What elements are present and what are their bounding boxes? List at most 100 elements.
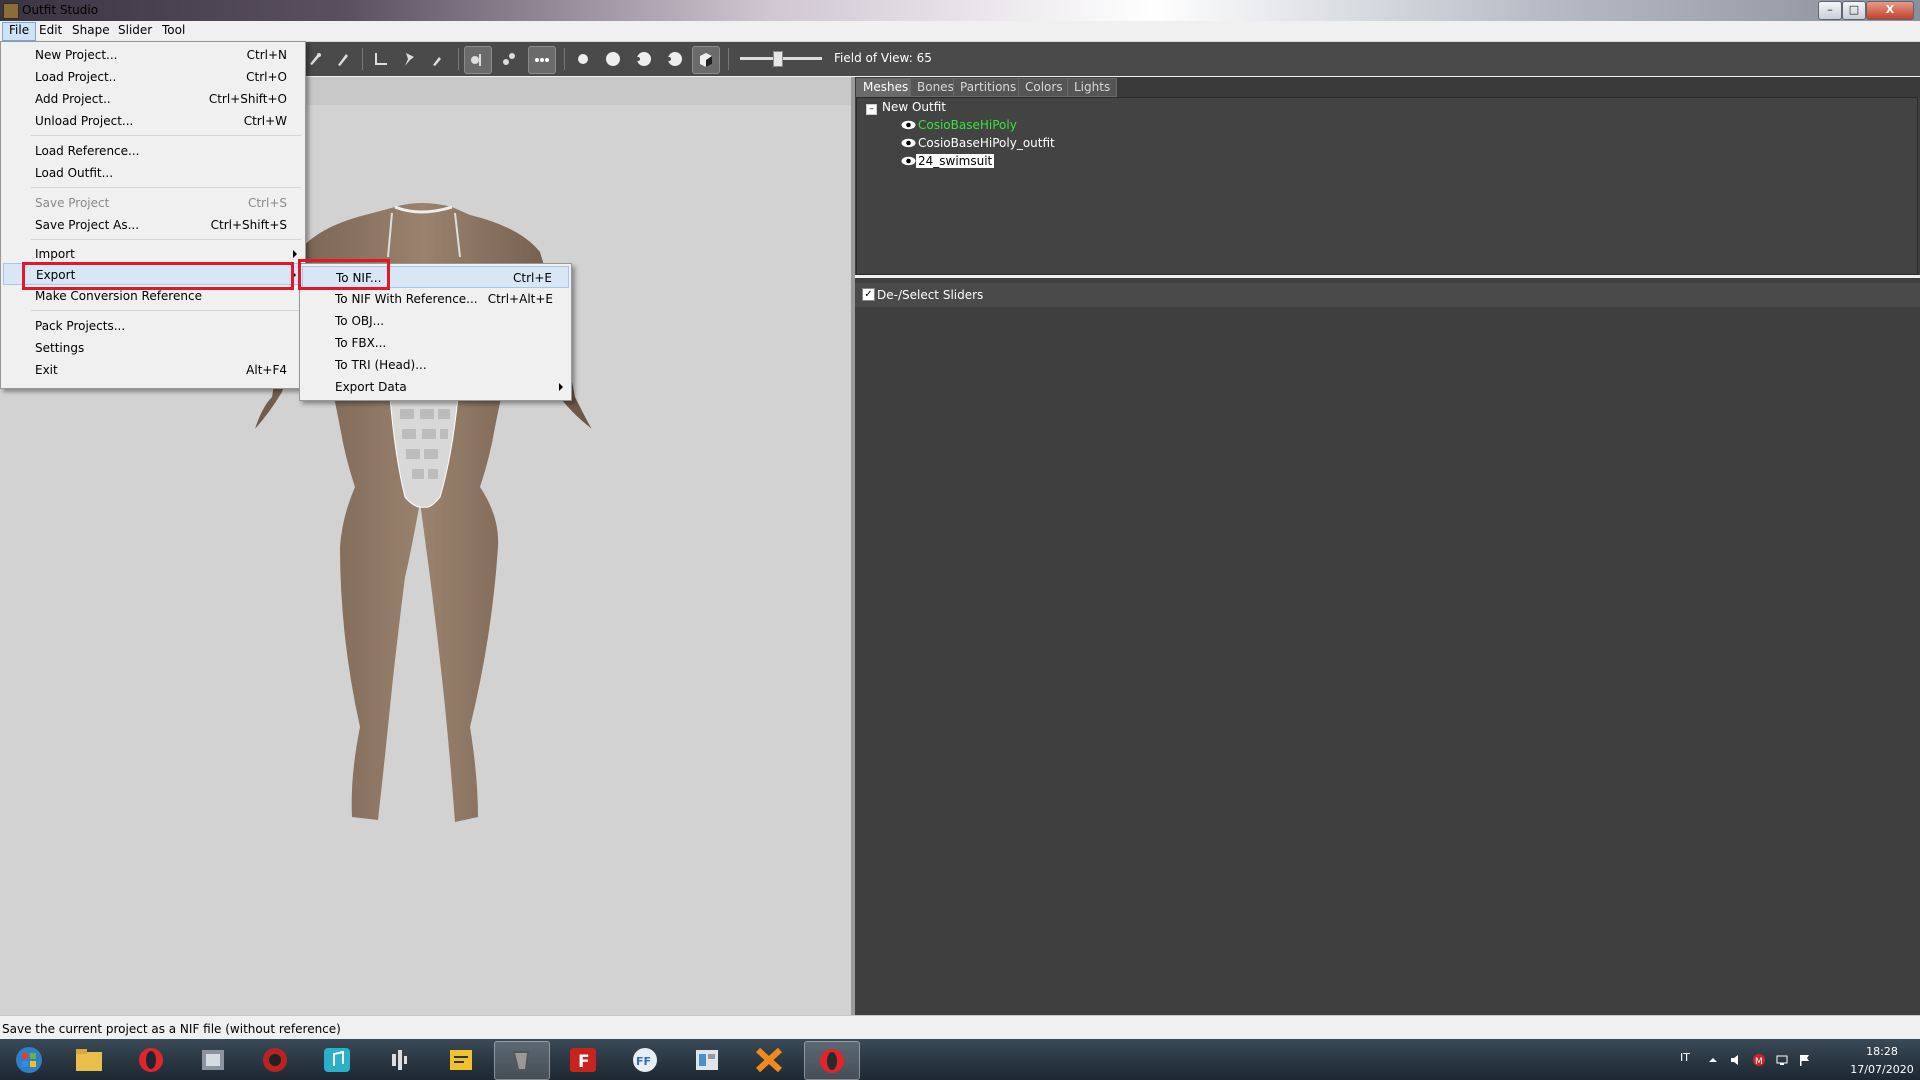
pivot-tool-button[interactable] [396, 46, 422, 72]
menu-separator [31, 135, 301, 136]
taskbar-app[interactable] [248, 1041, 302, 1078]
tree-root-outfit[interactable]: New Outfit [882, 100, 946, 114]
smooth-tool-button[interactable] [330, 46, 356, 72]
menu-separator [31, 239, 301, 240]
tab-colors[interactable]: Colors [1018, 78, 1070, 97]
brush-strength-button[interactable] [662, 46, 688, 72]
brush-size-medium-button[interactable] [600, 46, 626, 72]
file-menu: New Project... Ctrl+N Load Project.. Ctrl+… [0, 41, 306, 389]
svg-text:FF: FF [636, 1055, 651, 1068]
menu-export-to-obj[interactable]: To OBJ... [302, 310, 569, 332]
fov-slider-thumb[interactable] [773, 51, 783, 67]
mesh-tree: – New Outfit CosioBaseHiPoly CosioBaseHi… [856, 97, 1918, 275]
circle-dot-icon [636, 52, 651, 66]
connected-only-button[interactable] [496, 46, 522, 72]
mesh-item[interactable]: CosioBaseHiPoly [918, 118, 1017, 132]
panel-splitter[interactable] [855, 275, 1920, 278]
minimize-button[interactable]: – [1818, 1, 1842, 20]
close-button[interactable]: X [1866, 1, 1914, 20]
menu-export-to-fbx[interactable]: To FBX... [302, 332, 569, 354]
start-button[interactable] [2, 1041, 56, 1078]
taskbar-app[interactable] [742, 1041, 796, 1078]
select-sliders-checkbox[interactable]: ✓ [862, 288, 875, 301]
taskbar-app[interactable] [186, 1041, 240, 1078]
tab-partitions[interactable]: Partitions [953, 78, 1024, 97]
brush-falloff-button[interactable] [630, 46, 656, 72]
tab-lights[interactable]: Lights [1067, 78, 1118, 97]
visibility-eye-icon[interactable] [901, 138, 916, 148]
menu-pack-projects[interactable]: Pack Projects... [3, 315, 303, 337]
menu-import[interactable]: Import [3, 241, 303, 261]
audio-editor-icon [392, 1050, 407, 1070]
menu-load-project[interactable]: Load Project.. Ctrl+O [3, 66, 303, 88]
flag-icon[interactable] [1798, 1053, 1812, 1067]
menu-edit[interactable]: Edit [33, 22, 68, 39]
taskbar-app[interactable] [124, 1041, 178, 1078]
status-text: Save the current project as a NIF file (… [2, 1022, 341, 1036]
menu-add-project[interactable]: Add Project.. Ctrl+Shift+O [3, 88, 303, 110]
folder-icon [76, 1049, 102, 1071]
menu-settings[interactable]: Settings [3, 337, 303, 359]
menu-slider[interactable]: Slider [112, 22, 158, 39]
collapse-icon[interactable]: – [866, 104, 877, 115]
menu-load-reference[interactable]: Load Reference... [3, 140, 303, 162]
maximize-button[interactable]: □ [1842, 1, 1866, 20]
taskbar-app[interactable]: FF [618, 1041, 672, 1078]
taskbar-app[interactable] [62, 1041, 116, 1078]
pin-icon [405, 53, 414, 66]
menu-separator [31, 310, 301, 311]
opera-icon [139, 1048, 163, 1072]
taskbar-app-active[interactable] [804, 1041, 860, 1080]
submenu-arrow-icon [559, 383, 563, 391]
cube-icon [700, 53, 712, 67]
taskbar-app-active[interactable] [494, 1041, 550, 1080]
visibility-eye-icon[interactable] [901, 156, 916, 166]
weight-tool-button[interactable] [424, 46, 450, 72]
transform-tool-button[interactable] [368, 46, 394, 72]
brush-size-small-button[interactable] [570, 46, 596, 72]
taskbar-app[interactable] [310, 1041, 364, 1078]
menu-shape[interactable]: Shape [66, 22, 116, 39]
menu-save-project-as[interactable]: Save Project As... Ctrl+Shift+S [3, 214, 303, 236]
mirror-x-button[interactable] [464, 46, 492, 74]
document-app-icon [696, 1050, 718, 1070]
outfit-studio-icon [3, 3, 19, 19]
antivirus-icon[interactable]: M [1752, 1053, 1766, 1067]
menu-exit[interactable]: Exit Alt+F4 [3, 359, 303, 381]
menu-export-to-nif-with-reference[interactable]: To NIF With Reference... Ctrl+Alt+E [302, 288, 569, 310]
window-title: Outfit Studio [22, 3, 99, 17]
pen-icon [338, 54, 348, 66]
shaded-view-button[interactable] [692, 46, 720, 74]
circle-small-icon [578, 54, 588, 64]
taskbar-app[interactable]: F [556, 1041, 610, 1078]
menu-export-data[interactable]: Export Data [302, 376, 569, 398]
menu-save-project[interactable]: Save Project Ctrl+S [3, 192, 303, 214]
clock-time[interactable]: 18:28 [1852, 1045, 1912, 1058]
visibility-eye-icon[interactable] [901, 120, 916, 130]
tab-meshes[interactable]: Meshes [856, 78, 916, 97]
connected-icon [503, 53, 515, 65]
menu-load-outfit[interactable]: Load Outfit... [3, 162, 303, 184]
mesh-item-selected[interactable]: 24_swimsuit [916, 154, 995, 168]
mesh-item[interactable]: CosioBaseHiPoly_outfit [918, 136, 1055, 150]
clock-date[interactable]: 17/07/2020 [1842, 1063, 1920, 1076]
menu-export-to-tri[interactable]: To TRI (Head)... [302, 354, 569, 376]
media-app-icon [202, 1050, 224, 1070]
taskbar-app[interactable] [434, 1041, 488, 1078]
menu-file[interactable]: File [2, 22, 37, 41]
menu-unload-project[interactable]: Unload Project... Ctrl+W [3, 110, 303, 132]
taskbar-app[interactable] [680, 1041, 734, 1078]
global-brush-button[interactable] [528, 46, 556, 74]
language-indicator[interactable]: IT [1680, 1051, 1690, 1064]
brush-small-icon [433, 57, 441, 66]
menu-new-project[interactable]: New Project... Ctrl+N [3, 44, 303, 66]
network-icon[interactable] [1775, 1053, 1789, 1067]
menu-bar: File Edit Shape Slider Tool [0, 21, 1920, 42]
taskbar-app[interactable] [372, 1041, 426, 1078]
volume-icon[interactable] [1729, 1053, 1743, 1067]
menu-separator [31, 187, 301, 188]
tray-arrow-icon[interactable] [1706, 1053, 1720, 1067]
ffdec-icon: FF [633, 1048, 657, 1072]
mirror-icon [471, 54, 481, 66]
menu-tool[interactable]: Tool [156, 22, 191, 39]
